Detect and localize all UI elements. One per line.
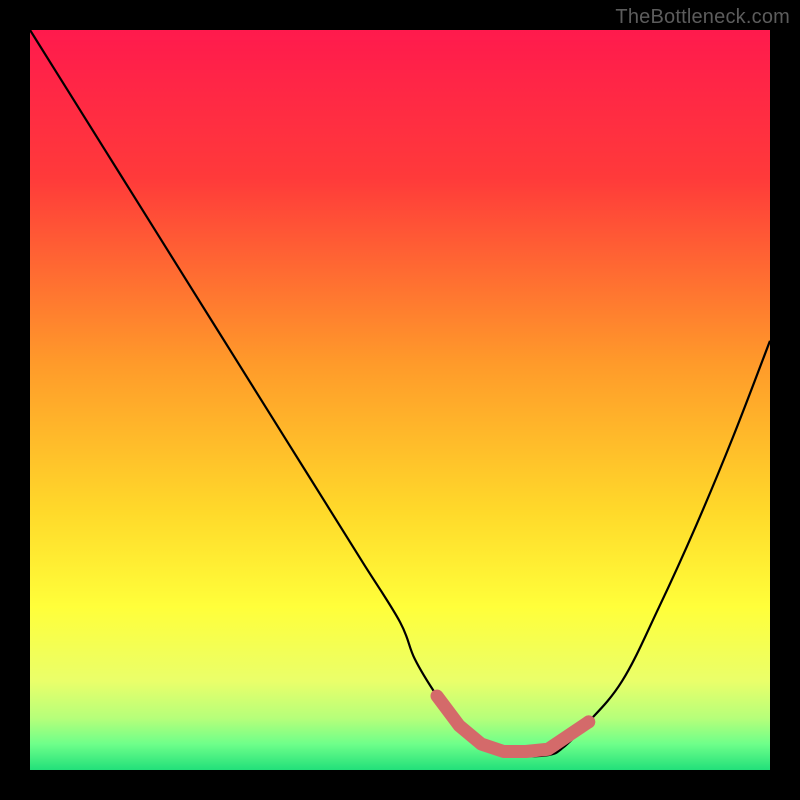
curve-markers: [582, 715, 595, 728]
plot-background: [30, 30, 770, 770]
bottleneck-chart-svg: [0, 0, 800, 800]
chart-stage: TheBottleneck.com: [0, 0, 800, 800]
marker-dot: [582, 715, 595, 728]
